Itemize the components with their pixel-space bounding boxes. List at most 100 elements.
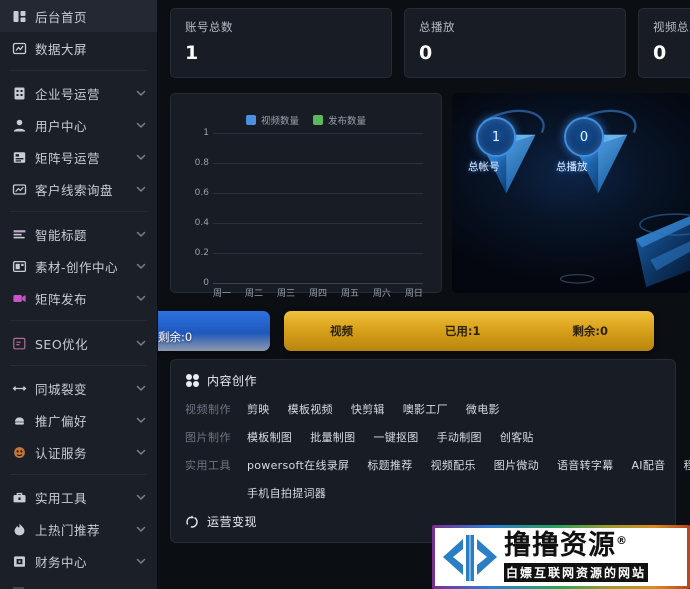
chevron-down-icon[interactable] [135, 87, 147, 99]
user-icon [12, 118, 27, 133]
chevron-down-icon[interactable] [135, 491, 147, 503]
quota-bar-blue[interactable]: 剩余:0 [158, 311, 270, 351]
sidebar-item-用户中心[interactable]: 用户中心 [0, 109, 157, 141]
content-chip[interactable]: 视频配乐 [431, 457, 476, 473]
x-axis-tick-labels: 周一 周二 周三 周四 周五 周六 周日 [213, 286, 423, 299]
viz-gauge-value: 1 [491, 129, 501, 145]
chart-legend: 视频数量 发布数量 [177, 113, 435, 127]
content-chip[interactable]: 快剪辑 [351, 401, 385, 417]
chevron-down-icon[interactable] [135, 414, 147, 426]
stat-card-title: 总播放 [419, 20, 455, 34]
stats-row: 账号总数 1 总播放 0 视频总点赞 0 [158, 0, 690, 85]
sidebar-item-label: 素材-创作中心 [35, 259, 119, 275]
stat-card: 视频总点赞 0 [638, 8, 690, 78]
sidebar-item-上热门推荐[interactable]: 上热门推荐 [0, 513, 157, 545]
sidebar-item-素材-创作中心[interactable]: 素材-创作中心 [0, 250, 157, 282]
content-chip[interactable]: 语音转字幕 [557, 457, 614, 473]
stat-card-value: 0 [419, 42, 433, 64]
sidebar-item-财务中心[interactable]: 财务中心 [0, 545, 157, 577]
content-row-label: 视频制作 [185, 403, 231, 416]
grid-dots-icon [185, 373, 200, 388]
chevron-down-icon[interactable] [135, 337, 147, 349]
media-icon [12, 259, 27, 274]
content-chip[interactable]: AI配音 [631, 457, 665, 473]
chevron-down-icon[interactable] [135, 260, 147, 272]
content-chip[interactable]: 手动制图 [437, 429, 482, 445]
chevron-down-icon[interactable] [135, 555, 147, 567]
content-row: 手机自拍提词器 [247, 485, 661, 501]
sidebar-group: 实用工具上热门推荐 财务中心 [0, 481, 157, 577]
sidebar-item-同城裂变[interactable]: 同城裂变 [0, 372, 157, 404]
sidebar-item-客户线索询盘[interactable]: 客户线索询盘 [0, 173, 157, 205]
content-creation-panel: 内容创作 视频制作 剪映 模板视频 快剪辑 噢影工厂 微电影图片制作 模板制图 批量制图 一键抠… [170, 359, 690, 543]
verify-icon [12, 445, 27, 460]
sidebar-item-企业号运营[interactable]: 企业号运营 [0, 77, 157, 109]
x-axis-tick-label: 周六 [372, 289, 391, 299]
content-chip[interactable]: 批量制图 [310, 429, 355, 445]
content-chip[interactable]: 手机自拍提词器 [247, 485, 326, 501]
sidebar-item-推广偏好[interactable]: 推广偏好 [0, 404, 157, 436]
content-chip[interactable]: 标题推荐 [367, 457, 412, 473]
weekly-chart-card: 视频数量 发布数量 1 0.8 0.6 0.4 0.2 0 周一 周二 周三 周四 周五 周六 周日 [170, 93, 442, 299]
sidebar-item-矩阵发布[interactable]: 矩阵发布 [0, 282, 157, 314]
content-creation-header: 内容创作 [185, 372, 661, 389]
chart-gridline [213, 163, 423, 164]
watermark-logo-icon [443, 535, 497, 581]
quota-row: 剩余:0 视频 已用:1 剩余:0 [158, 297, 690, 359]
chevron-down-icon[interactable] [135, 151, 147, 163]
quota-bar-gold[interactable]: 视频 已用:1 剩余:0 [284, 311, 654, 351]
content-chip[interactable]: 图片微动 [494, 457, 539, 473]
legend-item[interactable]: 视频数量 [245, 113, 299, 127]
chevron-down-icon[interactable] [135, 183, 147, 195]
content-chip[interactable]: 模板制图 [247, 429, 292, 445]
chevron-down-icon[interactable] [135, 292, 147, 304]
quota-gold-used: 已用:1 [444, 324, 481, 338]
legend-label: 发布数量 [328, 116, 367, 127]
chevron-down-icon[interactable] [135, 228, 147, 240]
sidebar-item-数据大屏[interactable]: 数据大屏 [0, 32, 157, 64]
chevron-down-icon[interactable] [135, 119, 147, 131]
sidebar-item-认证服务[interactable]: 认证服务 [0, 436, 157, 468]
chart-plot-area: 1 0.8 0.6 0.4 0.2 0 周一 周二 周三 周四 周五 周六 周日 [183, 128, 427, 299]
content-chip[interactable]: powersoft在线录屏 [247, 457, 349, 473]
content-chip[interactable]: 噢影工厂 [403, 401, 448, 417]
sidebar-item-矩阵号运营[interactable]: 矩阵号运营 [0, 141, 157, 173]
sidebar[interactable]: 后台首页数据大屏企业号运营用户中心矩阵号运营 客户线索询盘 智能标题素材-创作中心矩… [0, 0, 158, 589]
sidebar-item-label: 用户中心 [35, 118, 88, 134]
x-axis-tick-label: 周三 [276, 289, 295, 299]
content-chip[interactable]: 剪映 [247, 401, 270, 417]
content-chip[interactable]: 一键抠图 [373, 429, 418, 445]
y-axis-tick-label: 0.2 [194, 248, 209, 258]
sidebar-item-智能标题[interactable]: 智能标题 [0, 218, 157, 250]
building-icon [12, 86, 27, 101]
watermark-registered-mark: ® [616, 534, 628, 547]
app-root: 后台首页数据大屏企业号运营用户中心矩阵号运营 客户线索询盘 智能标题素材-创作中心矩… [0, 0, 690, 589]
chevron-down-icon[interactable] [135, 382, 147, 394]
chevron-down-icon[interactable] [135, 523, 147, 535]
chevron-down-icon[interactable] [135, 446, 147, 458]
sidebar-item-partially-visible[interactable] [0, 577, 157, 589]
sidebar-item-label: 企业号运营 [35, 86, 101, 102]
content-chip[interactable]: 程序化创 [683, 457, 690, 473]
x-axis-tick-label: 周二 [244, 289, 263, 299]
chart-gridline [213, 223, 423, 224]
sidebar-item-label: 数据大屏 [35, 41, 88, 57]
toolbox-icon [12, 490, 27, 505]
content-chip[interactable]: 创客贴 [500, 429, 534, 445]
content-chip[interactable]: 微电影 [466, 401, 500, 417]
sidebar-item-实用工具[interactable]: 实用工具 [0, 481, 157, 513]
data-visualization-panel: 1 总帐号 0 总播放 [452, 93, 690, 293]
main-content: 账号总数1总播放0视频总点赞0 视频数量发布数量 10.80.60.40.20周… [158, 0, 690, 589]
content-row-label: 图片制作 [185, 431, 231, 444]
sidebar-item-label: 实用工具 [35, 490, 88, 506]
sidebar-item-SEO优化[interactable]: SEO优化 [0, 327, 157, 359]
stat-card-value: 0 [653, 42, 667, 64]
content-chip[interactable]: 模板视频 [288, 401, 333, 417]
legend-item[interactable]: 发布数量 [313, 113, 366, 127]
sidebar-group: 智能标题素材-创作中心矩阵发布 [0, 218, 157, 314]
grid-card-icon [12, 150, 27, 165]
sidebar-item-后台首页[interactable]: 后台首页 [0, 0, 157, 32]
fire-icon [12, 522, 27, 537]
inquiry-icon [12, 182, 27, 197]
stat-card: 总播放 0 [404, 8, 626, 78]
